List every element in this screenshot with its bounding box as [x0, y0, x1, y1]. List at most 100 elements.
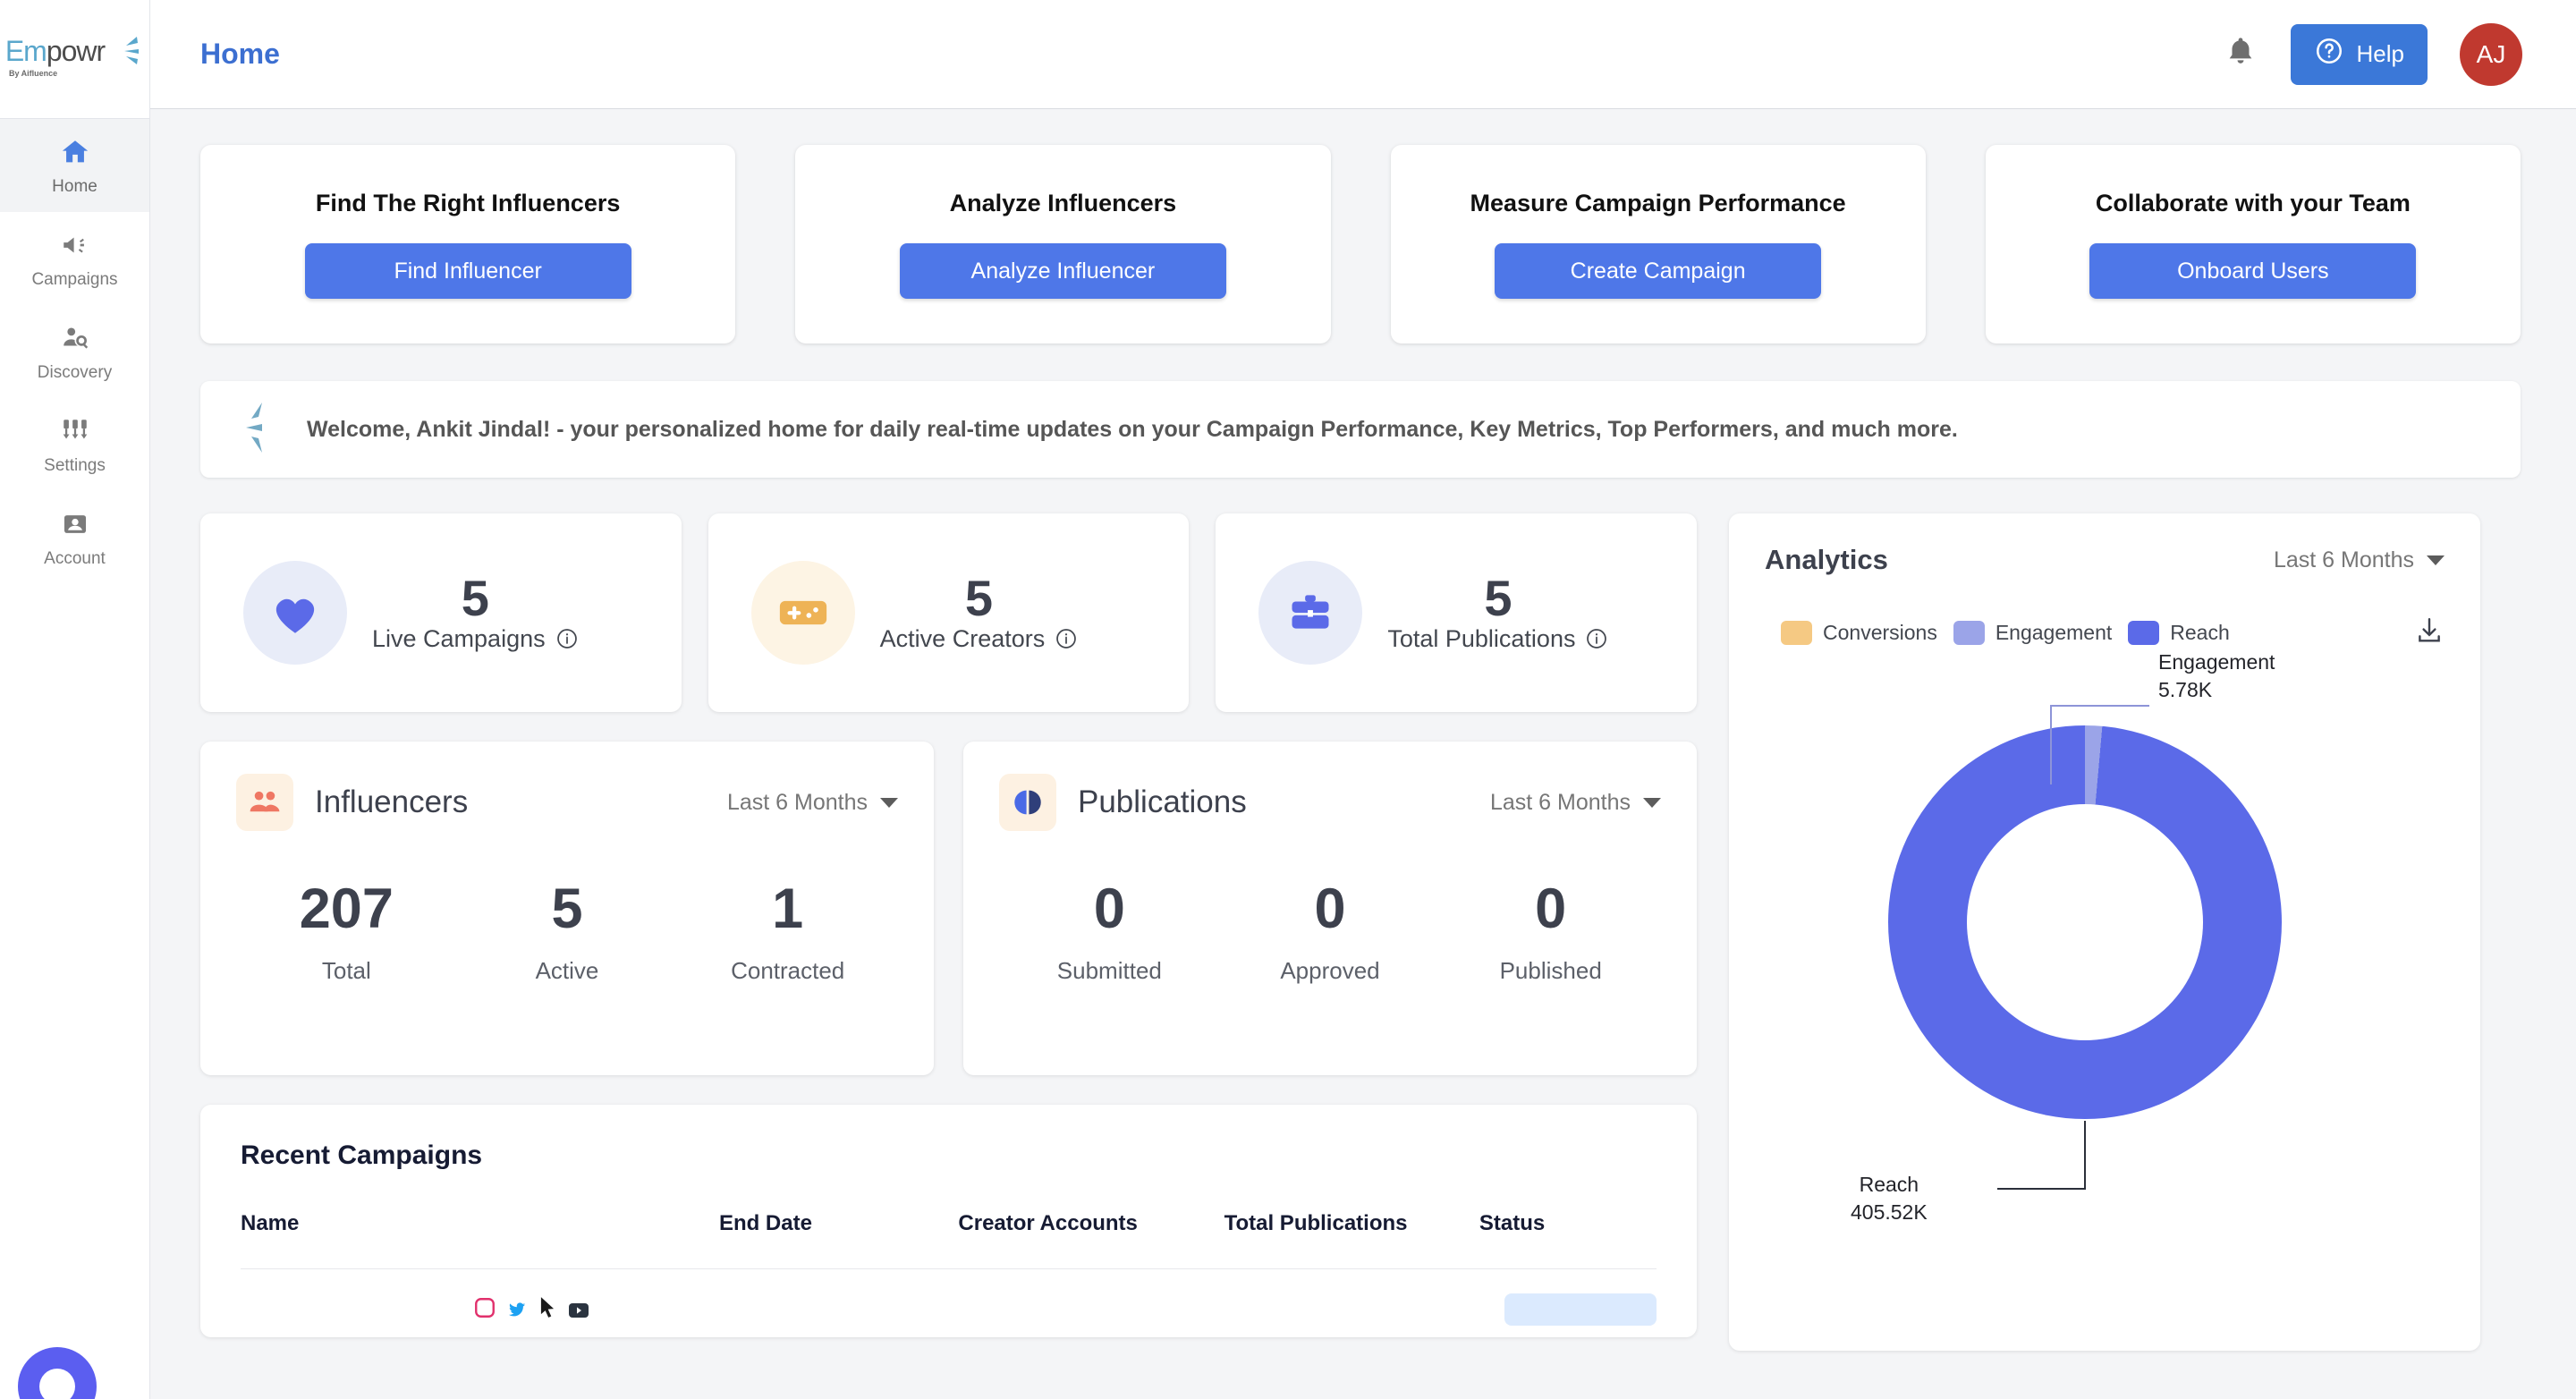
sidebar: Empowr By Aifluence Home Campa: [0, 0, 150, 1399]
main-area: Home Help: [150, 0, 2576, 1399]
heart-icon: [243, 561, 347, 665]
top-bar: Home Help: [150, 0, 2576, 109]
column-header-creator-accounts: Creator Accounts: [958, 1211, 1224, 1236]
metric-label: Contracted: [731, 957, 844, 985]
chat-widget-icon[interactable]: [18, 1347, 97, 1399]
influencers-metrics: 207 Total 5 Active 1 Contracted: [236, 881, 898, 985]
promo-card-analyze-influencers: Analyze Influencers Analyze Influencer: [795, 145, 1330, 343]
download-icon[interactable]: [2414, 615, 2445, 650]
chat-widget-inner: [39, 1369, 75, 1399]
burst-icon: [241, 399, 282, 461]
publications-range-select[interactable]: Last 6 Months: [1490, 790, 1661, 816]
metric-contracted: 1 Contracted: [677, 881, 898, 985]
sidebar-item-label: Settings: [44, 456, 106, 476]
stat-card-active-creators: 5 Active Creators: [708, 513, 1190, 712]
metric-submitted: 0 Submitted: [999, 881, 1220, 985]
legend-item-reach[interactable]: Reach: [2128, 621, 2229, 645]
metric-approved: 0 Approved: [1220, 881, 1441, 985]
sidebar-item-account[interactable]: Account: [0, 491, 149, 584]
metric-label: Total: [322, 957, 371, 985]
stat-value: 5: [462, 572, 489, 625]
briefcase-icon: [1258, 561, 1362, 665]
find-influencer-button[interactable]: Find Influencer: [305, 243, 631, 299]
legend-label: Conversions: [1823, 621, 1937, 645]
analyze-influencer-button[interactable]: Analyze Influencer: [900, 243, 1226, 299]
stat-value: 5: [1484, 572, 1512, 625]
legend-item-conversions[interactable]: Conversions: [1781, 621, 1937, 645]
metric-value: 0: [1094, 881, 1125, 937]
panel-influencers: Influencers Last 6 Months 207 Total: [200, 742, 934, 1075]
column-header-name: Name: [241, 1211, 719, 1236]
info-icon[interactable]: [1585, 627, 1608, 650]
stat-body: 5 Total Publications: [1387, 572, 1608, 653]
stat-label-text: Live Campaigns: [372, 625, 546, 653]
sidebar-item-discovery[interactable]: Discovery: [0, 305, 149, 398]
donut-label-reach-name: Reach: [1851, 1171, 1928, 1199]
stat-body: 5 Live Campaigns: [372, 572, 579, 653]
question-circle-icon: [2314, 36, 2344, 72]
instagram-icon: [473, 1296, 496, 1324]
metric-label: Active: [536, 957, 599, 985]
metric-label: Submitted: [1057, 957, 1162, 985]
metric-value: 1: [772, 881, 803, 937]
chevron-down-icon: [1643, 798, 1661, 808]
stat-label-text: Active Creators: [880, 625, 1046, 653]
bell-icon[interactable]: [2223, 32, 2258, 76]
metric-label: Published: [1500, 957, 1602, 985]
chevron-down-icon: [880, 798, 898, 808]
analytics-range-select[interactable]: Last 6 Months: [2274, 547, 2445, 573]
legend-item-engagement[interactable]: Engagement: [1953, 621, 2112, 645]
home-icon: [58, 135, 92, 169]
stat-value: 5: [965, 572, 993, 625]
help-button[interactable]: Help: [2291, 24, 2428, 85]
brand-logo[interactable]: Empowr By Aifluence: [0, 0, 149, 119]
donut-label-engagement-name: Engagement: [2158, 649, 2275, 676]
promo-title: Find The Right Influencers: [316, 190, 621, 217]
influencers-range-select[interactable]: Last 6 Months: [727, 790, 898, 816]
logo-burst-icon: [108, 35, 144, 67]
panel-title: Influencers: [315, 784, 468, 820]
panel-publications: Publications Last 6 Months 0 Submitted: [963, 742, 1697, 1075]
range-label: Last 6 Months: [727, 790, 868, 816]
sidebar-item-settings[interactable]: Settings: [0, 398, 149, 491]
legend-swatch: [1953, 621, 1985, 645]
stat-card-total-publications: 5 Total Publications: [1216, 513, 1697, 712]
panel-header: Influencers Last 6 Months: [236, 774, 898, 831]
promo-title: Collaborate with your Team: [2096, 190, 2411, 217]
page-content: Find The Right Influencers Find Influenc…: [150, 109, 2576, 1399]
app-root: Empowr By Aifluence Home Campa: [0, 0, 2576, 1399]
table-row[interactable]: [241, 1269, 1657, 1350]
publications-metrics: 0 Submitted 0 Approved 0 Published: [999, 881, 1661, 985]
megaphone-icon: [58, 228, 92, 262]
create-campaign-button[interactable]: Create Campaign: [1495, 243, 1821, 299]
analytics-title: Analytics: [1765, 544, 1888, 576]
analytics-legend: Conversions Engagement Reach: [1765, 615, 2445, 650]
promo-card-measure-performance: Measure Campaign Performance Create Camp…: [1391, 145, 1926, 343]
promo-title: Measure Campaign Performance: [1470, 190, 1846, 217]
promo-card-find-influencers: Find The Right Influencers Find Influenc…: [200, 145, 735, 343]
youtube-icon: [568, 1301, 589, 1324]
column-header-total-publications: Total Publications: [1224, 1211, 1479, 1236]
stat-label: Total Publications: [1387, 625, 1608, 653]
chevron-down-icon: [2427, 555, 2445, 565]
legend-swatch: [1781, 621, 1812, 645]
promo-card-collaborate-team: Collaborate with your Team Onboard Users: [1986, 145, 2521, 343]
metric-value: 5: [551, 881, 582, 937]
legend-label: Engagement: [1996, 621, 2112, 645]
info-icon[interactable]: [1055, 627, 1078, 650]
donut-label-reach-value: 405.52K: [1851, 1199, 1928, 1226]
metric-published: 0 Published: [1440, 881, 1661, 985]
sidebar-item-campaigns[interactable]: Campaigns: [0, 212, 149, 305]
gamepad-icon: [751, 561, 855, 665]
info-icon[interactable]: [555, 627, 579, 650]
onboard-users-button[interactable]: Onboard Users: [2089, 243, 2416, 299]
panel-header: Publications Last 6 Months: [999, 774, 1661, 831]
panel-title: Publications: [1078, 784, 1247, 820]
quick-action-cards: Find The Right Influencers Find Influenc…: [200, 145, 2521, 343]
legend-label: Reach: [2170, 621, 2229, 645]
sidebar-item-home[interactable]: Home: [0, 119, 149, 212]
campaigns-table-header: Name End Date Creator Accounts Total Pub…: [241, 1211, 1657, 1236]
sliders-icon: [58, 414, 92, 448]
avatar[interactable]: AJ: [2460, 23, 2522, 86]
logo-row: Empowr: [5, 35, 144, 67]
